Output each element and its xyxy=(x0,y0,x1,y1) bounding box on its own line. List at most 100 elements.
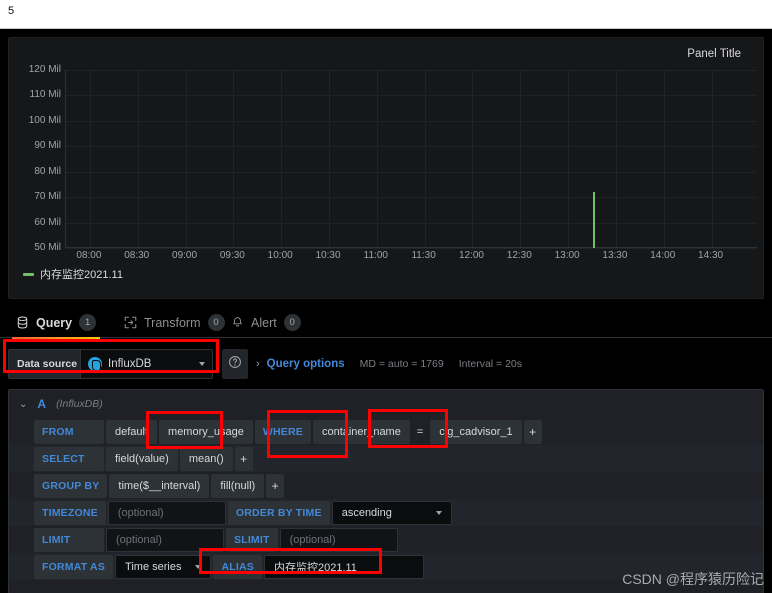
alias-input[interactable]: 内存监控2021.11 xyxy=(263,554,424,579)
where-value-segment[interactable]: cig_cadvisor_1 xyxy=(430,419,522,444)
screenshot-root: 5 Panel Title 120 Mil 110 Mil 100 Mil 90 Mi… xyxy=(0,0,772,593)
x-axis-tick: 14:30 xyxy=(698,250,724,261)
x-axis-tick: 11:00 xyxy=(363,250,388,261)
query-row-from: FROM default memory_usage WHERE containe… xyxy=(9,418,763,445)
x-axis-tick: 12:00 xyxy=(458,250,484,261)
legend-series-label: 内存监控2021.11 xyxy=(40,269,123,281)
vertical-gridline xyxy=(711,70,713,247)
where-operator: = xyxy=(416,425,424,438)
from-measurement-segment[interactable]: memory_usage xyxy=(159,419,253,444)
tab-query[interactable]: Query 1 xyxy=(12,307,101,339)
horizontal-gridline xyxy=(66,70,757,71)
where-add-button[interactable]: + xyxy=(523,419,542,444)
query-editor-header: ⌄ A (InfluxDB) xyxy=(9,390,763,418)
y-axis-tick: 50 Mil xyxy=(34,242,61,253)
x-axis-tick: 08:00 xyxy=(76,250,102,261)
x-axis-tick: 09:00 xyxy=(172,250,198,261)
group-by-add-button[interactable]: + xyxy=(266,473,285,498)
order-by-time-select[interactable]: ascending xyxy=(331,500,452,525)
from-key-label: FROM xyxy=(34,419,104,444)
format-as-select[interactable]: Time series xyxy=(115,554,212,579)
vertical-gridline xyxy=(185,70,187,247)
y-axis-tick: 70 Mil xyxy=(34,191,61,203)
vertical-gridline xyxy=(137,70,139,247)
select-field-segment[interactable]: field(value) xyxy=(106,446,178,471)
chevron-down-icon xyxy=(435,510,442,515)
watermark-text: CSDN @程序猿历险记 xyxy=(622,571,764,587)
query-options-interval: Interval = 20s xyxy=(458,358,523,370)
panel-title: Panel Title xyxy=(687,48,741,60)
vertical-gridline xyxy=(376,70,378,247)
tab-alert-label: Alert xyxy=(251,315,277,330)
where-tag-segment[interactable]: container_name xyxy=(312,419,410,444)
y-axis-tick: 100 Mil xyxy=(28,114,61,126)
datasource-row: Data source InfluxDB › Query options MD … xyxy=(0,342,772,388)
legend-color-swatch xyxy=(23,272,34,276)
plot-grid xyxy=(65,70,757,249)
datasource-label: Data source xyxy=(8,349,86,379)
help-circle-icon xyxy=(228,355,242,374)
query-row-group-by: GROUP BY time($__interval) fill(null) + xyxy=(9,472,763,499)
limit-row-spacer xyxy=(400,528,763,552)
order-by-time-key-label: ORDER BY TIME xyxy=(227,500,330,525)
select-func-segment[interactable]: mean() xyxy=(179,446,233,471)
where-key-label: WHERE xyxy=(254,419,311,444)
grafana-app: Panel Title 120 Mil 110 Mil 100 Mil 90 Mil 8… xyxy=(0,29,772,593)
graph-panel: Panel Title 120 Mil 110 Mil 100 Mil 90 Mil 8… xyxy=(8,37,764,299)
group-by-fill-segment[interactable]: fill(null) xyxy=(211,473,265,498)
select-row-spacer xyxy=(255,447,763,471)
datasource-picker[interactable]: InfluxDB xyxy=(80,349,213,379)
vertical-gridline xyxy=(615,70,617,247)
limit-key-label: LIMIT xyxy=(34,527,104,552)
bell-icon xyxy=(231,316,244,329)
plot-area: 120 Mil 110 Mil 100 Mil 90 Mil 80 Mil 70 Mil 6… xyxy=(9,65,765,261)
tab-active-underline xyxy=(12,337,101,339)
x-axis-tick: 13:00 xyxy=(554,250,580,261)
y-axis-tick: 80 Mil xyxy=(34,165,61,177)
horizontal-gridline xyxy=(66,120,757,122)
x-axis-tick: 13:30 xyxy=(602,250,628,261)
timezone-row-spacer xyxy=(454,501,763,525)
y-axis-tick: 110 Mil xyxy=(29,89,62,101)
group-by-time-segment[interactable]: time($__interval) xyxy=(109,473,210,498)
horizontal-gridline xyxy=(66,171,757,173)
limit-input[interactable]: (optional) xyxy=(106,527,224,552)
collapse-chevron-icon[interactable]: ⌄ xyxy=(19,399,27,410)
query-row-timezone: TIMEZONE (optional) ORDER BY TIME ascend… xyxy=(9,499,763,526)
x-axis-tick: 14:00 xyxy=(650,250,676,261)
from-policy-segment[interactable]: default xyxy=(106,419,158,444)
query-row-limit: LIMIT (optional) SLIMIT (optional) xyxy=(9,526,763,553)
datasource-selected-name: InfluxDB xyxy=(108,358,152,370)
x-axis-tick: 10:00 xyxy=(267,250,293,261)
x-axis: 08:00 08:30 09:00 09:30 10:00 10:30 11:00 11:30… xyxy=(65,250,757,266)
group-by-key-label: GROUP BY xyxy=(34,473,108,498)
transform-icon xyxy=(124,316,137,329)
horizontal-gridline xyxy=(66,197,757,199)
select-add-button[interactable]: + xyxy=(234,446,253,471)
datasource-help-button[interactable] xyxy=(222,349,248,379)
legend: 内存监控2021.11 xyxy=(23,266,123,282)
vertical-gridline xyxy=(233,70,235,247)
format-as-value: Time series xyxy=(125,560,182,573)
slimit-input[interactable]: (optional) xyxy=(279,527,398,552)
x-axis-tick: 08:30 xyxy=(124,250,150,261)
timezone-input[interactable]: (optional) xyxy=(107,500,226,525)
tab-alert[interactable]: Alert 0 xyxy=(227,307,305,338)
vertical-gridline xyxy=(472,70,474,247)
format-as-key-label: FORMAT AS xyxy=(34,554,114,579)
query-options-toggle[interactable]: › Query options MD = auto = 1769 Interva… xyxy=(256,349,522,379)
vertical-gridline xyxy=(281,70,283,247)
database-icon xyxy=(16,316,29,329)
x-axis-tick: 10:30 xyxy=(315,250,341,261)
y-axis-tick: 60 Mil xyxy=(34,216,61,228)
vertical-gridline xyxy=(329,70,330,247)
tab-query-label: Query xyxy=(36,315,73,330)
vertical-gridline xyxy=(89,70,91,247)
order-by-time-value: ascending xyxy=(341,506,392,519)
query-options-md: MD = auto = 1769 xyxy=(359,358,444,370)
vertical-gridline xyxy=(520,70,522,247)
vertical-gridline xyxy=(663,70,665,247)
query-row-select: SELECT field(value) mean() + xyxy=(9,445,763,472)
chevron-down-icon xyxy=(199,362,205,366)
tab-transform[interactable]: Transform 0 xyxy=(120,307,229,338)
